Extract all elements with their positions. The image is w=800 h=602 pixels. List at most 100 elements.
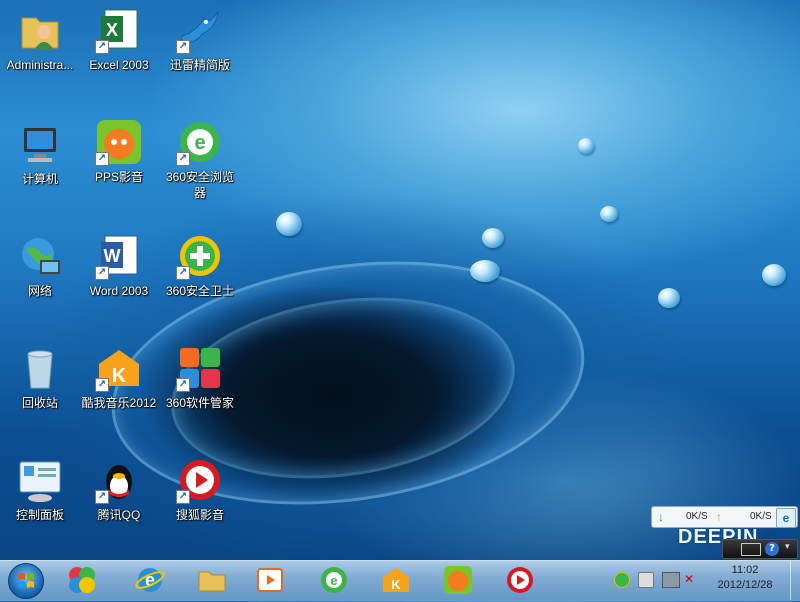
water-drop [600, 206, 618, 222]
show-desktop-button[interactable] [790, 561, 800, 600]
desktop-icon-pps[interactable]: ↗ PPS影音 [79, 118, 159, 185]
svg-text:W: W [104, 246, 121, 266]
360-browser-icon: e [321, 567, 347, 593]
icon-label: 计算机 [21, 172, 58, 186]
sohu-video-icon: ↗ [176, 456, 224, 504]
kuwo-icon: K [383, 568, 409, 592]
shortcut-arrow-icon: ↗ [176, 40, 190, 54]
taskbar-app-ie[interactable]: e [128, 562, 172, 598]
language-bar[interactable]: ? ▾ [722, 539, 798, 559]
desktop-icon-xunlei[interactable]: ↗ 迅雷精简版 [160, 6, 240, 73]
sohu-video-icon [507, 567, 533, 593]
shortcut-arrow-icon: ↗ [95, 378, 109, 392]
taskbar-app-360-browser[interactable]: e [312, 562, 356, 598]
xunlei-bird-icon: ↗ [176, 6, 224, 54]
taskbar-app-media-player[interactable] [248, 562, 292, 598]
desktop-icon-computer[interactable]: 计算机 [0, 120, 80, 187]
clock-date: 2012/12/28 [717, 579, 773, 591]
desktop-icon-recycle-bin[interactable]: 回收站 [0, 344, 80, 411]
360-safe-guard-icon: ↗ [176, 232, 224, 280]
upload-arrow-icon: ↑ [716, 510, 722, 524]
taskbar-app-kuwo[interactable]: K [374, 562, 418, 598]
qq-penguin-icon: ↗ [95, 456, 143, 504]
shield-check-icon[interactable] [638, 572, 654, 588]
taskbar-app-sohu-video[interactable] [498, 562, 542, 598]
user-folder-icon [16, 6, 64, 54]
icon-label: Administra... [6, 58, 74, 72]
icon-label: 360安全卫士 [165, 284, 235, 298]
water-drop [470, 260, 500, 282]
taskbar-app-pps[interactable] [436, 562, 480, 598]
explorer-icon [198, 571, 226, 592]
shortcut-arrow-icon: ↗ [176, 266, 190, 280]
desktop-icon-control-panel[interactable]: 控制面板 [0, 456, 80, 523]
icon-label: Excel 2003 [89, 58, 149, 72]
network-speed-widget[interactable]: ↓ 0K/S ↑ 0K/S e [651, 506, 798, 528]
help-icon[interactable]: ? [765, 542, 779, 556]
taskbar-app-360-launcher[interactable] [60, 562, 104, 598]
icon-label: 迅雷精简版 [169, 58, 230, 72]
volume-muted-icon[interactable]: ✕ [684, 572, 698, 586]
svg-text:e: e [194, 132, 205, 154]
download-speed: 0K/S [686, 511, 708, 522]
desktop-icon-qq[interactable]: ↗ 腾讯QQ [79, 456, 159, 523]
control-panel-icon [16, 456, 64, 504]
svg-text:K: K [112, 365, 127, 387]
start-button[interactable] [8, 563, 44, 599]
svg-text:e: e [330, 573, 337, 588]
icon-label: 酷我音乐2012 [81, 396, 157, 410]
icon-label: Word 2003 [89, 284, 149, 298]
water-drop [482, 228, 504, 248]
icon-label: 腾讯QQ [97, 508, 141, 522]
upload-speed: 0K/S [750, 511, 772, 522]
windows-logo-icon [18, 573, 34, 588]
recycle-bin-icon [16, 344, 64, 392]
taskbar-app-explorer[interactable] [190, 562, 234, 598]
icon-label: 控制面板 [15, 508, 64, 522]
svg-text:K: K [391, 577, 401, 592]
shortcut-arrow-icon: ↗ [95, 490, 109, 504]
shortcut-arrow-icon: ↗ [95, 152, 109, 166]
desktop-icon-sohu-video[interactable]: ↗ 搜狐影音 [160, 456, 240, 523]
shortcut-arrow-icon: ↗ [176, 152, 190, 166]
desktop-icon-360-safe[interactable]: ↗ 360安全卫士 [160, 232, 240, 299]
widget-ie-icon[interactable]: e [776, 508, 796, 528]
media-player-icon [257, 568, 283, 592]
water-drop [276, 212, 302, 236]
network-warning-icon[interactable] [662, 572, 680, 588]
icon-label: 网络 [27, 284, 52, 298]
desktop-icon-360-browser[interactable]: e ↗ 360安全浏览器 [160, 118, 240, 201]
360-safe-tray-icon[interactable] [614, 572, 630, 588]
clock-time: 11:02 [731, 564, 759, 576]
pps-icon: ↗ [95, 118, 143, 166]
shortcut-arrow-icon: ↗ [95, 40, 109, 54]
chevron-down-icon[interactable]: ▾ [785, 542, 790, 552]
icon-label: 回收站 [21, 396, 58, 410]
word-icon: W ↗ [95, 232, 143, 280]
keyboard-icon[interactable] [741, 543, 761, 556]
desktop-icon-administrator[interactable]: Administra... [0, 6, 80, 73]
icon-label: 搜狐影音 [175, 508, 224, 522]
computer-icon [16, 120, 64, 168]
network-globe-icon [16, 232, 64, 280]
ie-icon: e [135, 568, 165, 592]
excel-icon: X ↗ [95, 6, 143, 54]
desktop-icon-excel[interactable]: X ↗ Excel 2003 [79, 6, 159, 73]
icon-label: 360安全浏览器 [165, 170, 235, 200]
desktop-icon-network[interactable]: 网络 [0, 232, 80, 299]
water-drop [658, 288, 680, 308]
shortcut-arrow-icon: ↗ [176, 490, 190, 504]
desktop-icon-360-software[interactable]: ↗ 360软件管家 [160, 344, 240, 411]
desktop-icon-word[interactable]: W ↗ Word 2003 [79, 232, 159, 299]
icon-label: 360软件管家 [165, 396, 235, 410]
kuwo-music-icon: K ↗ [95, 344, 143, 392]
icon-label: PPS影音 [94, 170, 143, 184]
taskbar-clock[interactable]: 11:02 2012/12/28 [700, 563, 790, 593]
water-drop [578, 138, 594, 154]
shortcut-arrow-icon: ↗ [176, 378, 190, 392]
360-software-manager-icon: ↗ [176, 344, 224, 392]
desktop-icon-kuwo[interactable]: K ↗ 酷我音乐2012 [79, 344, 159, 411]
svg-text:X: X [106, 20, 118, 40]
360-launcher-icon [69, 567, 95, 593]
360-browser-icon: e ↗ [176, 118, 224, 166]
